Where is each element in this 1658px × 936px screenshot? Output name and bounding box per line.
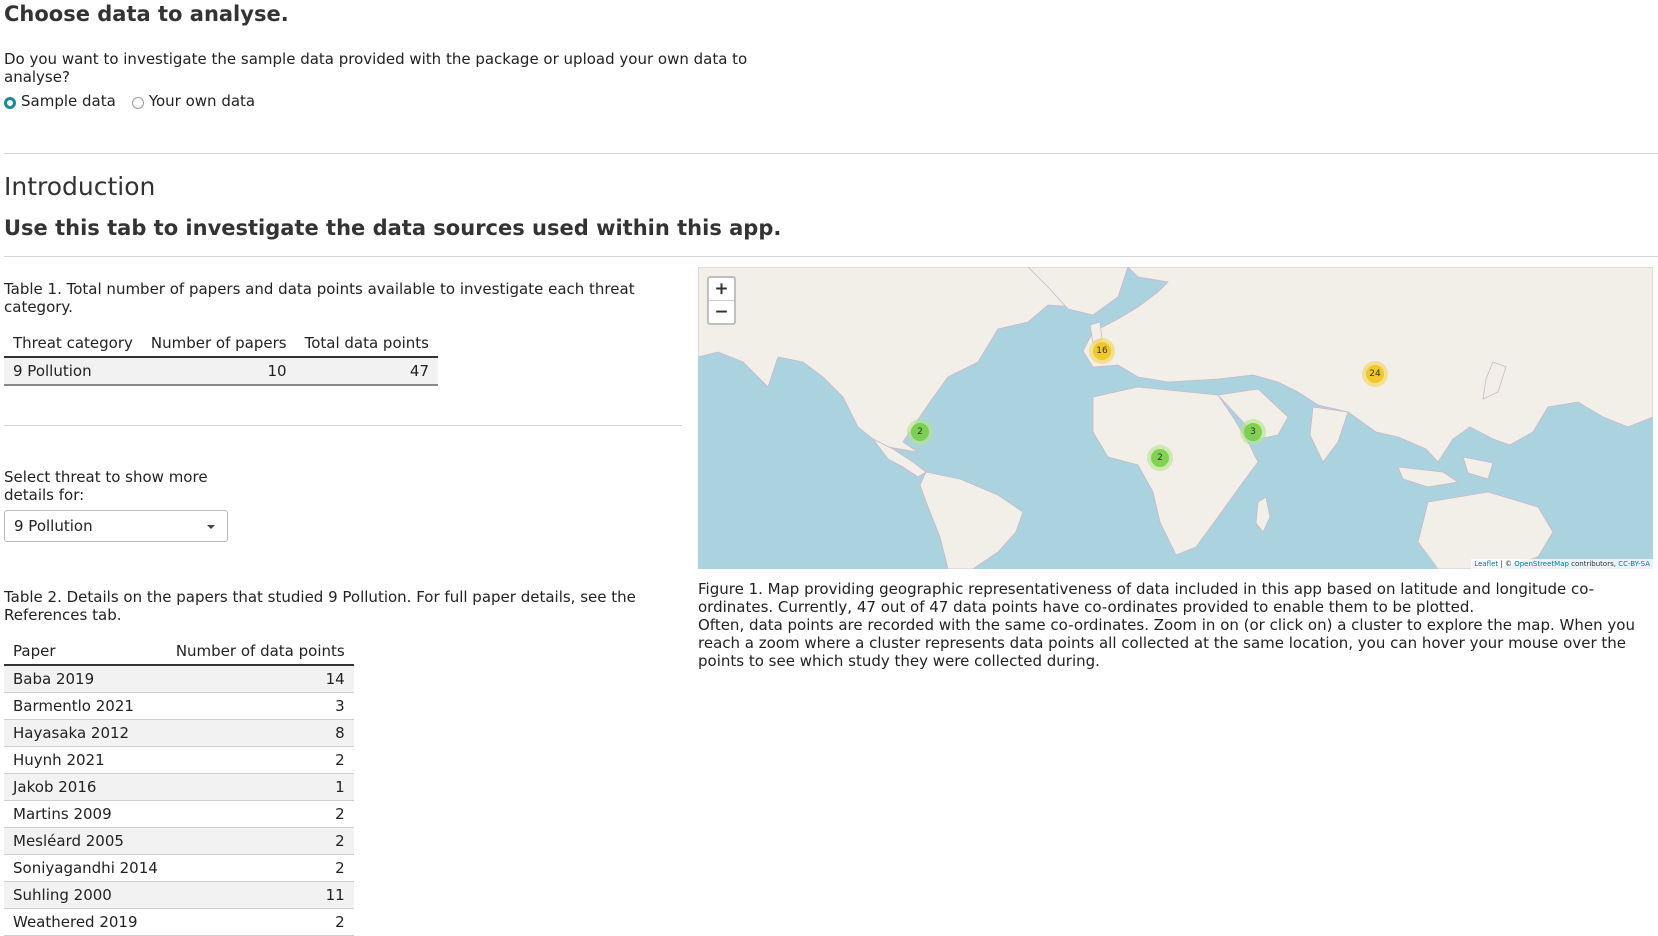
col-total-data-points[interactable]: Total data points	[295, 330, 439, 358]
cell-paper: Baba 2019	[4, 665, 167, 693]
table-row: Jakob 2016 1	[4, 773, 354, 801]
cell-paper: Mesléard 2005	[4, 827, 167, 855]
cluster-marker[interactable]: 3	[1240, 419, 1266, 445]
cluster-marker[interactable]: 16	[1089, 338, 1115, 364]
cell-points: 11	[166, 881, 354, 909]
table-row: Mesléard 2005 2	[4, 827, 354, 855]
cell-paper: Huynh 2021	[4, 746, 167, 774]
col-paper[interactable]: Paper	[4, 638, 167, 666]
radio-selected-icon[interactable]	[4, 96, 16, 109]
cell-points: 47	[295, 357, 439, 386]
divider	[4, 153, 1658, 154]
table-row: 9 Pollution 10 47	[4, 357, 439, 386]
table-row: Baba 2019 14	[4, 665, 354, 693]
license-link[interactable]: CC-BY-SA	[1618, 560, 1650, 568]
world-map[interactable]: 16 24 2 3 2 Leaflet | © OpenStreetMap co…	[698, 267, 1653, 569]
cell-paper: Barmentlo 2021	[4, 692, 167, 720]
zoom-out-button[interactable]: −	[709, 301, 734, 323]
cell-points: 3	[166, 692, 354, 720]
figure1-caption: Figure 1. Map providing geographic repre…	[698, 580, 1653, 670]
map-zoom-control: + −	[707, 276, 736, 325]
cell-paper: Weathered 2019	[4, 908, 167, 936]
papers-table: Paper Number of data points Baba 2019 14 …	[4, 638, 354, 936]
threat-select-label: Select threat to show more details for:	[4, 468, 208, 504]
zoom-in-button[interactable]: +	[709, 278, 734, 301]
col-number-of-papers[interactable]: Number of papers	[141, 330, 296, 358]
table-row: Suhling 2000 11	[4, 881, 354, 909]
col-number-of-data-points[interactable]: Number of data points	[166, 638, 354, 666]
cell-points: 14	[166, 665, 354, 693]
attribution-mid: contributors,	[1568, 560, 1619, 568]
table2-caption: Table 2. Details on the papers that stud…	[4, 588, 636, 624]
introduction-heading: Introduction	[4, 172, 156, 201]
cluster-count: 3	[1244, 423, 1262, 441]
cell-points: 2	[166, 854, 354, 882]
data-source-radio-group: Sample data Your own data	[4, 92, 271, 110]
table-row: Weathered 2019 2	[4, 908, 354, 936]
chevron-down-icon	[207, 525, 215, 529]
table1-caption: Table 1. Total number of papers and data…	[4, 280, 635, 316]
radio-unselected-icon[interactable]	[131, 96, 144, 109]
table-row: Hayasaka 2012 8	[4, 719, 354, 747]
threat-select[interactable]: 9 Pollution	[4, 510, 228, 542]
table-row: Barmentlo 2021 3	[4, 692, 354, 720]
cell-paper: Jakob 2016	[4, 773, 167, 801]
cell-points: 1	[166, 773, 354, 801]
threat-summary-table: Threat category Number of papers Total d…	[4, 330, 439, 386]
divider	[4, 425, 682, 426]
cell-paper: Martins 2009	[4, 800, 167, 828]
table-row: Huynh 2021 2	[4, 746, 354, 774]
cluster-count: 2	[911, 423, 929, 441]
table-row: Martins 2009 2	[4, 800, 354, 828]
figure1-caption-line1: Figure 1. Map providing geographic repre…	[698, 580, 1595, 616]
map-tiles	[698, 267, 1653, 569]
cluster-marker[interactable]: 24	[1362, 361, 1388, 387]
cluster-count: 16	[1093, 342, 1111, 360]
figure1-caption-line2: Often, data points are recorded with the…	[698, 616, 1635, 670]
cell-points: 2	[166, 908, 354, 936]
radio-own-data[interactable]: Your own data	[131, 92, 256, 110]
map-attribution: Leaflet | © OpenStreetMap contributors, …	[1471, 559, 1653, 569]
data-source-question: Do you want to investigate the sample da…	[4, 50, 748, 86]
cell-threat: 9 Pollution	[4, 357, 142, 386]
divider	[4, 256, 1658, 257]
choose-data-heading: Choose data to analyse.	[4, 2, 289, 26]
cell-paper: Hayasaka 2012	[4, 719, 167, 747]
cluster-count: 2	[1151, 449, 1169, 467]
threat-select-value: 9 Pollution	[14, 517, 93, 535]
col-threat-category[interactable]: Threat category	[4, 330, 142, 358]
cell-paper: Suhling 2000	[4, 881, 167, 909]
radio-sample-data[interactable]: Sample data	[4, 92, 116, 110]
cluster-count: 24	[1366, 365, 1384, 383]
cell-papers: 10	[141, 357, 296, 386]
cluster-marker[interactable]: 2	[1147, 445, 1173, 471]
cell-paper: Soniyagandhi 2014	[4, 854, 167, 882]
cell-points: 2	[166, 827, 354, 855]
cell-points: 8	[166, 719, 354, 747]
cell-points: 2	[166, 746, 354, 774]
radio-sample-data-label: Sample data	[21, 92, 116, 110]
cluster-marker[interactable]: 2	[907, 419, 933, 445]
introduction-subheading: Use this tab to investigate the data sou…	[4, 216, 782, 240]
table-row: Soniyagandhi 2014 2	[4, 854, 354, 882]
osm-link[interactable]: OpenStreetMap	[1514, 560, 1569, 568]
cell-points: 2	[166, 800, 354, 828]
attribution-sep: | ©	[1498, 560, 1515, 568]
radio-own-data-label: Your own data	[148, 92, 256, 110]
leaflet-link[interactable]: Leaflet	[1474, 560, 1498, 568]
